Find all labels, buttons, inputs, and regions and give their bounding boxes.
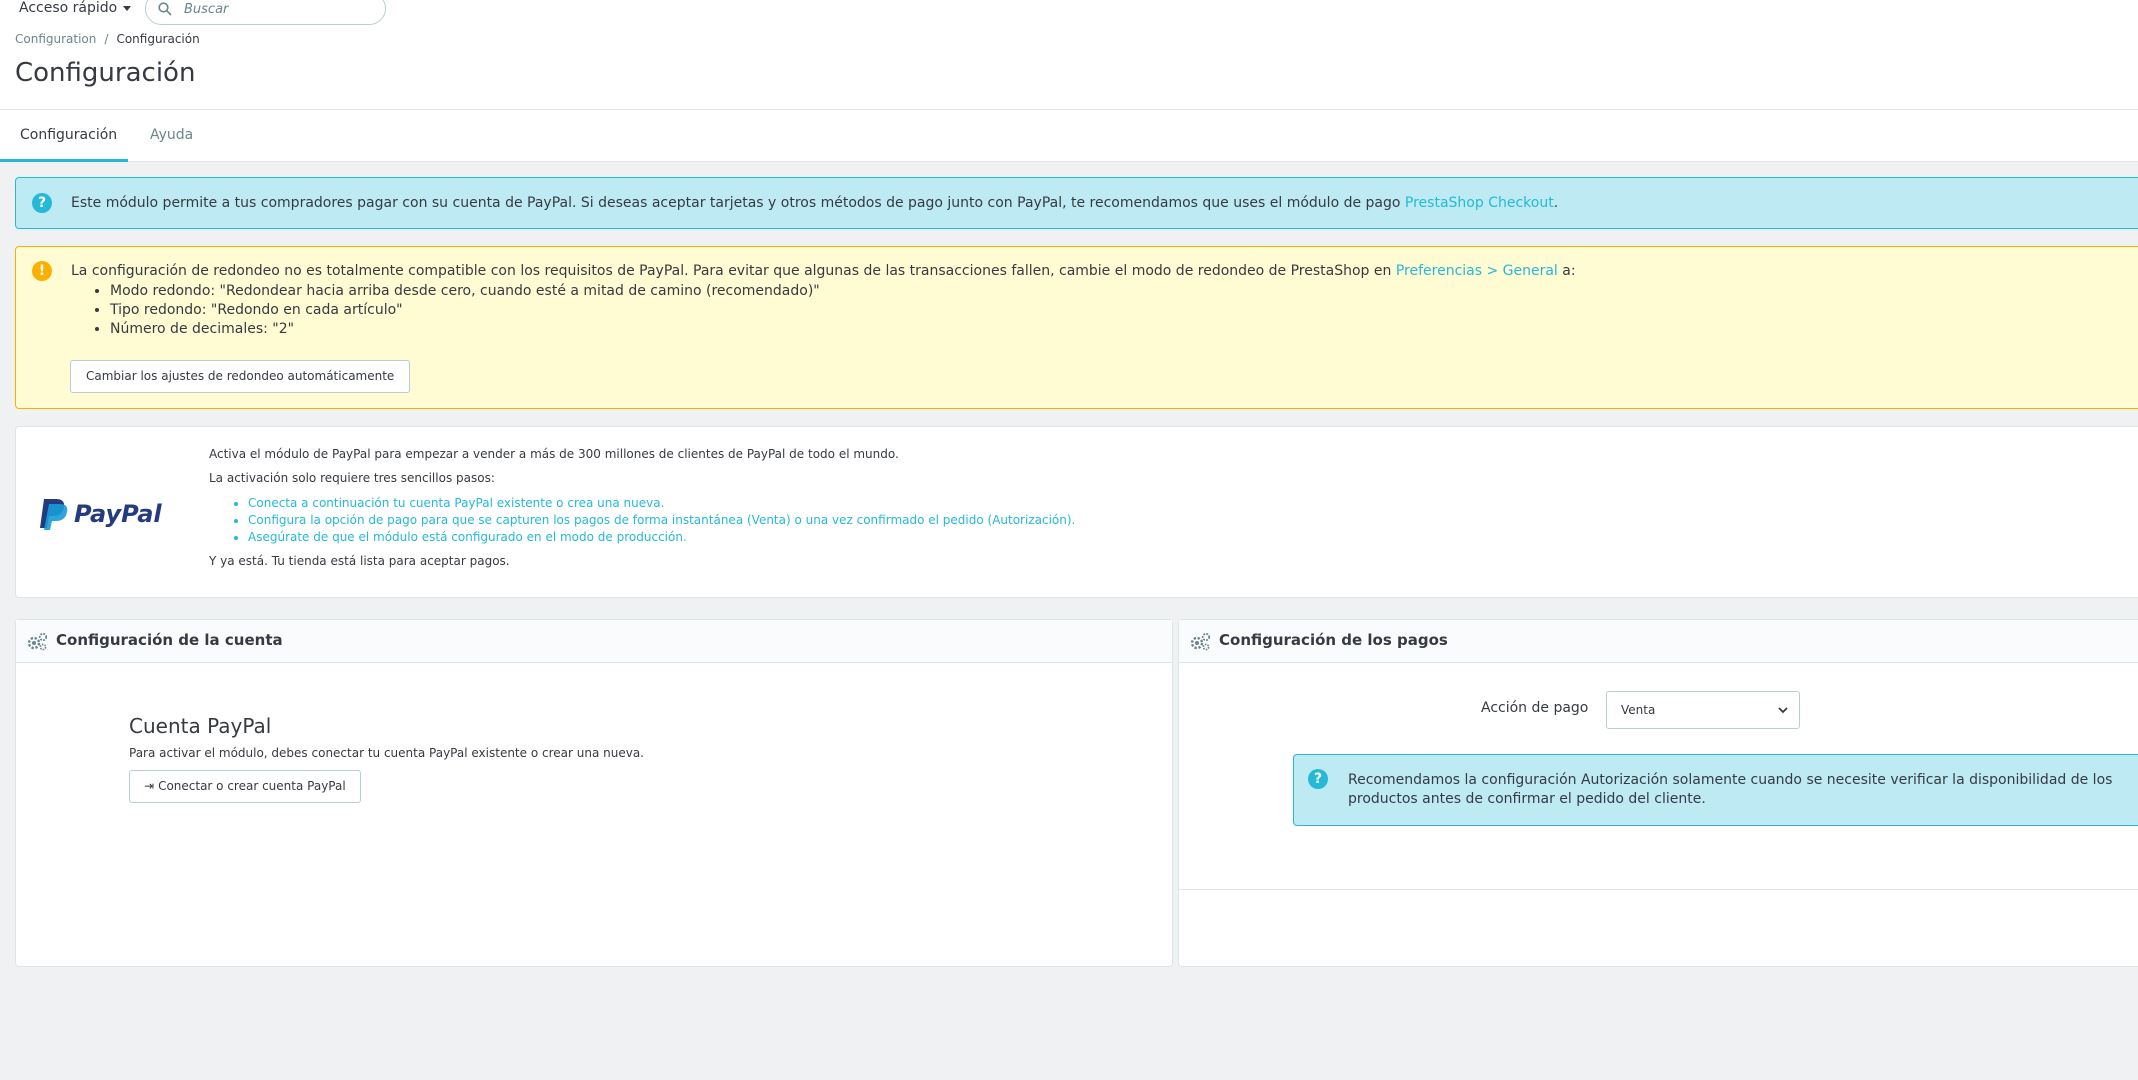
caret-down-icon <box>123 5 132 11</box>
authorization-info-text: Recomendamos la configuración Autorizaci… <box>1348 772 2113 807</box>
paypal-intro-text: Activa el módulo de PayPal para empezar … <box>209 447 899 461</box>
search-icon <box>158 2 172 16</box>
rounding-list: Modo redondo: "Redondear hacia arriba de… <box>110 282 820 339</box>
warning-icon: ! <box>32 261 52 281</box>
warning-alert: ! La configuración de redondeo no es tot… <box>15 246 2138 409</box>
panel-footer-divider <box>1179 889 2138 890</box>
list-item: Tipo redondo: "Redondo en cada artículo" <box>110 301 820 320</box>
tab-configuracion[interactable]: Configuración <box>0 110 128 162</box>
sign-in-icon: ⇥ <box>144 779 155 793</box>
tabs-bar: Configuración Ayuda <box>0 110 2138 162</box>
authorization-info-alert: ? Recomendamos la configuración Autoriza… <box>1293 754 2138 826</box>
tab-ayuda[interactable]: Ayuda <box>130 110 213 162</box>
cogs-icon <box>27 632 48 651</box>
panel-heading: Configuración de los pagos <box>1179 620 2138 663</box>
payment-action-label: Acción de pago <box>1481 700 1589 716</box>
help-icon: ? <box>1308 769 1328 789</box>
page-head: Configuration / Configuración Configuració… <box>0 28 2138 110</box>
paypal-logo: PayPal <box>38 497 168 535</box>
list-item[interactable]: Conecta a continuación tu cuenta PayPal … <box>248 495 1075 512</box>
info-alert-text: Este módulo permite a tus compradores pa… <box>71 195 1559 211</box>
list-item: Número de decimales: "2" <box>110 320 820 339</box>
panel-title: Configuración de los pagos <box>1219 631 1448 649</box>
search-box[interactable] <box>145 0 386 25</box>
info-alert: ? Este módulo permite a tus compradores … <box>15 177 2138 229</box>
account-config-panel: Configuración de la cuenta Cuenta PayPal… <box>15 619 1173 967</box>
connect-paypal-label: Conectar o crear cuenta PayPal <box>158 779 346 793</box>
paypal-account-description: Para activar el módulo, debes conectar t… <box>129 746 644 760</box>
prestashop-checkout-link[interactable]: PrestaShop Checkout <box>1405 195 1554 211</box>
preferences-general-link[interactable]: Preferencias > General <box>1396 263 1558 279</box>
list-item[interactable]: Configura la opción de pago para que se … <box>248 512 1075 529</box>
paypal-steps-title: La activación solo requiere tres sencill… <box>209 471 495 485</box>
paypal-outro-text: Y ya está. Tu tienda está lista para ace… <box>209 554 510 568</box>
breadcrumb-current: Configuración <box>116 32 200 46</box>
help-icon: ? <box>32 193 52 213</box>
list-item[interactable]: Asegúrate de que el módulo está configur… <box>248 529 1075 546</box>
breadcrumb-parent[interactable]: Configuration <box>15 32 96 46</box>
warning-alert-text: La configuración de redondeo no es total… <box>71 263 1576 279</box>
panel-heading: Configuración de la cuenta <box>16 620 1172 663</box>
connect-paypal-button[interactable]: ⇥ Conectar o crear cuenta PayPal <box>129 770 361 803</box>
quick-access-label: Acceso rápido <box>19 0 118 16</box>
page-title: Configuración <box>15 58 196 88</box>
header-bar: Acceso rápido <box>0 0 2138 28</box>
cogs-icon <box>1190 632 1211 651</box>
paypal-intro-panel: PayPal Activa el módulo de PayPal para e… <box>15 426 2138 598</box>
paypal-steps-list: Conecta a continuación tu cuenta PayPal … <box>248 495 1075 546</box>
search-input[interactable] <box>184 0 374 19</box>
payments-config-panel: Configuración de los pagos Acción de pag… <box>1178 619 2138 967</box>
breadcrumb-separator: / <box>104 32 109 46</box>
list-item: Modo redondo: "Redondear hacia arriba de… <box>110 282 820 301</box>
paypal-account-title: Cuenta PayPal <box>129 714 272 738</box>
quick-access-dropdown[interactable]: Acceso rápido <box>19 0 132 16</box>
chevron-down-icon <box>1778 707 1788 714</box>
paypal-logo-text: PayPal <box>74 500 162 528</box>
panel-title: Configuración de la cuenta <box>56 631 283 649</box>
payment-action-select[interactable]: Venta <box>1606 691 1800 729</box>
payment-action-value: Venta <box>1621 703 1656 717</box>
change-rounding-button[interactable]: Cambiar los ajustes de redondeo automáti… <box>70 360 411 393</box>
breadcrumb: Configuration / Configuración <box>15 32 200 46</box>
